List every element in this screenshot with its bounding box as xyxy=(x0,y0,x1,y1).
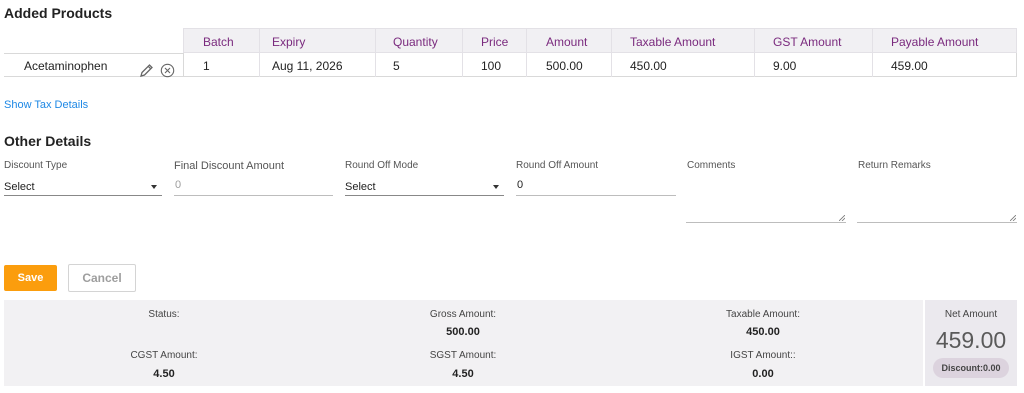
select-underline xyxy=(4,195,162,196)
taxable-amount-value: 450.00 xyxy=(746,326,780,338)
resize-grip-icon[interactable] xyxy=(1010,215,1016,221)
column-divider xyxy=(526,28,527,77)
round-off-amount-label: Round Off Amount xyxy=(516,160,599,171)
final-discount-amount-value: 0 xyxy=(175,179,182,191)
gross-amount-label: Gross Amount: xyxy=(429,309,497,320)
igst-amount-value: 0.00 xyxy=(752,368,774,380)
round-off-amount-value: 0 xyxy=(517,179,524,191)
comments-textarea[interactable] xyxy=(686,176,846,223)
cgst-amount-value: 4.50 xyxy=(153,368,175,380)
chevron-down-icon xyxy=(493,185,499,189)
return-remarks-label: Return Remarks xyxy=(858,160,931,171)
col-gst-amount: GST Amount xyxy=(773,35,842,49)
final-discount-amount-label: Final Discount Amount xyxy=(174,160,285,172)
taxable-amount-label: Taxable Amount: xyxy=(726,309,800,320)
select-underline xyxy=(345,195,504,196)
column-divider xyxy=(375,28,376,77)
table-row: 1 Aug 11, 2026 5 100 500.00 450.00 9.00 … xyxy=(183,53,1017,77)
cell-gst-amount: 9.00 xyxy=(773,59,797,73)
added-products-title: Added Products xyxy=(4,5,113,21)
col-batch: Batch xyxy=(203,35,234,49)
net-amount-panel: Net Amount 459.00 Discount:0.00 xyxy=(925,300,1017,386)
comments-label: Comments xyxy=(687,160,736,171)
cell-quantity: 5 xyxy=(393,59,400,73)
sgst-amount-label: SGST Amount: xyxy=(429,350,497,361)
summary-panel: Status: Gross Amount: 500.00 Taxable Amo… xyxy=(4,300,923,386)
col-quantity: Quantity xyxy=(393,35,438,49)
column-divider xyxy=(462,28,463,77)
products-table-header: Batch Expiry Quantity Price Amount Taxab… xyxy=(183,28,1017,53)
cell-expiry: Aug 11, 2026 xyxy=(272,59,343,73)
round-off-amount-input[interactable]: 0 xyxy=(516,175,676,196)
round-off-mode-label: Round Off Mode xyxy=(345,160,419,171)
round-off-mode-select[interactable]: Select xyxy=(345,175,504,196)
discount-type-value: Select xyxy=(4,181,35,193)
column-divider xyxy=(754,28,755,77)
other-details-title: Other Details xyxy=(4,133,92,149)
column-divider xyxy=(872,28,873,77)
cell-payable-amount: 459.00 xyxy=(891,59,928,73)
save-button[interactable]: Save xyxy=(4,265,57,291)
chevron-down-icon xyxy=(151,185,157,189)
discount-type-select[interactable]: Select xyxy=(4,175,162,196)
net-amount-label: Net Amount xyxy=(944,309,998,320)
cgst-amount-label: CGST Amount: xyxy=(130,350,198,361)
round-off-mode-value: Select xyxy=(345,181,376,193)
cell-taxable-amount: 450.00 xyxy=(630,59,667,73)
igst-amount-label: IGST Amount:: xyxy=(730,350,796,361)
input-underline xyxy=(516,195,676,196)
gross-amount-value: 500.00 xyxy=(446,326,480,338)
column-divider xyxy=(259,28,260,77)
column-divider xyxy=(611,28,612,77)
cell-price: 100 xyxy=(481,59,502,73)
product-name: Acetaminophen xyxy=(24,59,108,73)
cell-batch: 1 xyxy=(203,59,210,73)
resize-grip-icon[interactable] xyxy=(839,215,845,221)
col-amount: Amount xyxy=(546,35,588,49)
col-taxable-amount: Taxable Amount xyxy=(630,35,716,49)
cell-amount: 500.00 xyxy=(546,59,583,73)
show-tax-details-link[interactable]: Show Tax Details xyxy=(4,99,88,111)
col-expiry: Expiry xyxy=(272,35,306,49)
circle-x-icon[interactable] xyxy=(160,63,175,78)
pencil-icon[interactable] xyxy=(139,63,154,78)
return-remarks-textarea[interactable] xyxy=(857,176,1017,223)
col-price: Price xyxy=(481,35,509,49)
input-underline xyxy=(174,195,333,196)
discount-type-label: Discount Type xyxy=(4,160,68,171)
final-discount-amount-input[interactable]: 0 xyxy=(174,175,333,196)
status-label: Status: xyxy=(148,309,180,320)
cancel-button[interactable]: Cancel xyxy=(68,264,136,292)
col-payable-amount: Payable Amount xyxy=(891,35,979,49)
sgst-amount-value: 4.50 xyxy=(452,368,474,380)
discount-badge: Discount:0.00 xyxy=(933,358,1009,378)
net-amount-value: 459.00 xyxy=(935,327,1007,353)
